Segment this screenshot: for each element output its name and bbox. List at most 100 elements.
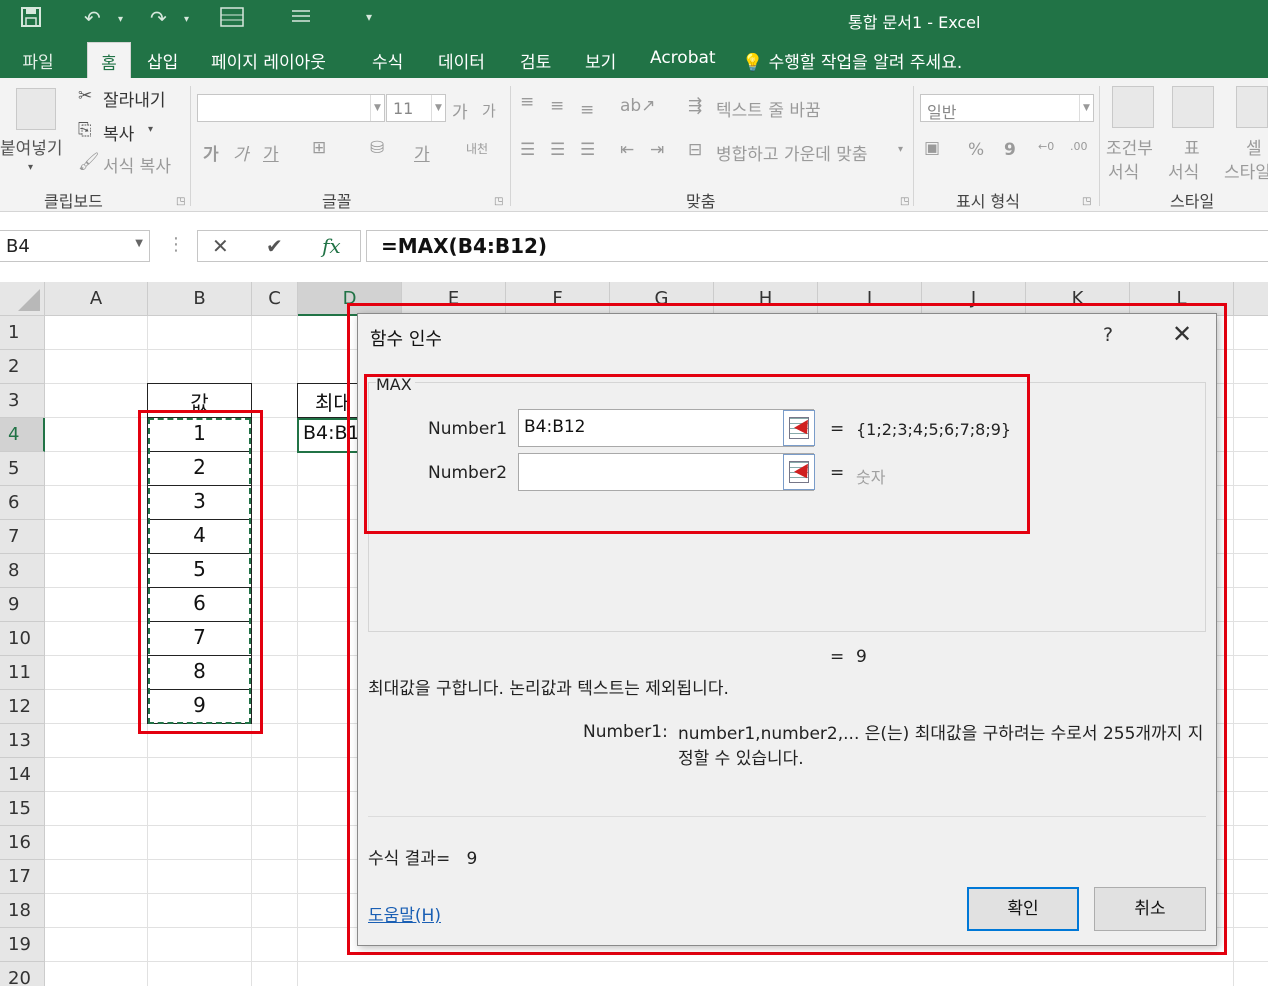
copy-dropdown-icon[interactable]: ▾ [148,124,153,135]
font-color-button[interactable]: 가 [414,140,430,165]
cell-styles-line2[interactable]: 스타일 [1224,158,1268,183]
phonetic-button[interactable]: 내천 [466,140,488,157]
row-header[interactable]: 5 [0,452,45,486]
tab-view[interactable]: 보기 [585,48,616,73]
font-size-combo[interactable]: 11 ▼ [386,94,446,122]
row-header[interactable]: 7 [0,520,45,554]
wrap-text-button[interactable]: 텍스트 줄 바꿈 [716,96,821,121]
redo-icon[interactable]: ↷ [150,6,167,30]
undo-icon[interactable]: ↶ [84,6,101,30]
row-header[interactable]: 18 [0,894,45,928]
align-middle-icon[interactable]: ≡ [550,96,564,116]
borders-icon[interactable]: ⊞ [312,138,326,158]
paste-icon[interactable] [16,88,56,130]
help-icon[interactable]: ? [1103,324,1113,346]
grow-font-button[interactable]: 가 [452,98,468,123]
paste-dropdown-icon[interactable]: ▾ [28,162,33,173]
column-header-a[interactable]: A [45,282,148,316]
row-header[interactable]: 14 [0,758,45,792]
format-table-line1[interactable]: 표 [1184,134,1200,159]
percent-button[interactable]: % [968,140,984,160]
tell-me-box[interactable]: 💡 수행할 작업을 알려 주세요. [742,48,962,73]
cancel-formula-icon[interactable]: ✕ [212,234,229,258]
redo-dropdown-icon[interactable]: ▾ [184,14,189,25]
row-header[interactable]: 15 [0,792,45,826]
decrease-indent-icon[interactable]: ⇤ [620,140,634,160]
select-all-button[interactable] [0,282,45,316]
row-header[interactable]: 2 [0,350,45,384]
insert-function-icon[interactable]: fx [322,234,341,258]
format-painter-button[interactable]: 서식 복사 [103,152,171,177]
increase-indent-icon[interactable]: ⇥ [650,140,664,160]
row-header[interactable]: 8 [0,554,45,588]
tab-acrobat[interactable]: Acrobat [650,48,716,68]
cell-styles-line1[interactable]: 셀 [1246,134,1262,159]
conditional-format-line2[interactable]: 서식 [1108,158,1139,183]
comma-button[interactable]: 9 [1004,140,1016,160]
decrease-decimal-icon[interactable]: .00 [1070,140,1088,153]
help-link[interactable]: 도움말(H) [368,901,441,926]
orientation-icon[interactable]: ab↗ [620,96,655,116]
formula-bar-handle[interactable]: ⋮ [167,234,185,255]
merge-center-button[interactable]: 병합하고 가운데 맞춤 [716,140,868,165]
italic-button[interactable]: 가 [233,140,249,165]
row-header[interactable]: 13 [0,724,45,758]
form-icon[interactable] [220,6,244,33]
font-name-combo[interactable]: ▼ [197,94,385,122]
column-header-m[interactable] [1234,282,1268,316]
list-icon[interactable] [290,6,312,33]
row-header[interactable]: 19 [0,928,45,962]
clipboard-launcher-icon[interactable]: ◳ [176,196,185,207]
ok-button[interactable]: 확인 [967,887,1079,931]
row-header[interactable]: 1 [0,316,45,350]
column-header-c[interactable]: C [252,282,298,316]
format-table-line2[interactable]: 서식 [1168,158,1199,183]
tab-insert[interactable]: 삽입 [147,48,178,73]
tab-data[interactable]: 데이터 [438,48,485,73]
cut-button[interactable]: 잘라내기 [103,86,166,111]
tab-home[interactable]: 홈 [87,42,131,78]
row-header[interactable]: 4 [0,418,45,452]
currency-icon[interactable]: ▣ [924,138,940,158]
tab-formulas[interactable]: 수식 [372,48,403,73]
shrink-font-button[interactable]: 가 [482,100,496,121]
formula-input[interactable]: =MAX(B4:B12) [366,230,1268,262]
increase-decimal-icon[interactable]: ←0 [1038,140,1054,153]
merge-dropdown-icon[interactable]: ▾ [898,144,903,155]
enter-formula-icon[interactable]: ✔ [266,234,283,258]
close-icon[interactable]: ✕ [1172,320,1192,348]
row-header[interactable]: 16 [0,826,45,860]
tab-file[interactable]: 파일 [0,40,76,78]
column-header-b[interactable]: B [148,282,252,316]
row-header[interactable]: 10 [0,622,45,656]
save-icon[interactable] [20,6,42,33]
bold-button[interactable]: 가 [203,140,219,165]
name-box[interactable]: B4 ▼ [0,230,150,262]
align-left-icon[interactable]: ☰ [520,140,535,160]
customize-icon[interactable]: ▾ [366,10,372,24]
align-right-icon[interactable]: ☰ [580,140,595,160]
row-header[interactable]: 6 [0,486,45,520]
row-header[interactable]: 17 [0,860,45,894]
undo-dropdown-icon[interactable]: ▾ [118,14,123,25]
row-header[interactable]: 20 [0,962,45,986]
underline-button[interactable]: 가 [263,140,279,165]
align-center-icon[interactable]: ☰ [550,140,565,160]
copy-button[interactable]: 복사 [103,120,134,145]
cancel-button[interactable]: 취소 [1094,887,1206,931]
align-top-icon[interactable]: ≡ [520,92,534,112]
number-format-combo[interactable]: 일반 ▼ [920,94,1094,122]
row-header[interactable]: 9 [0,588,45,622]
tab-review[interactable]: 검토 [520,48,551,73]
align-bottom-icon[interactable]: ≡ [580,100,594,120]
fill-color-icon[interactable]: ⛁ [370,138,384,158]
alignment-launcher-icon[interactable]: ◳ [900,196,909,207]
paste-button[interactable]: 붙여넣기 [0,134,63,159]
row-header[interactable]: 11 [0,656,45,690]
number-launcher-icon[interactable]: ◳ [1082,196,1091,207]
row-header[interactable]: 12 [0,690,45,724]
row-header[interactable]: 3 [0,384,45,418]
font-launcher-icon[interactable]: ◳ [494,196,503,207]
conditional-format-line1[interactable]: 조건부 [1106,134,1153,159]
tab-page-layout[interactable]: 페이지 레이아웃 [211,48,326,73]
